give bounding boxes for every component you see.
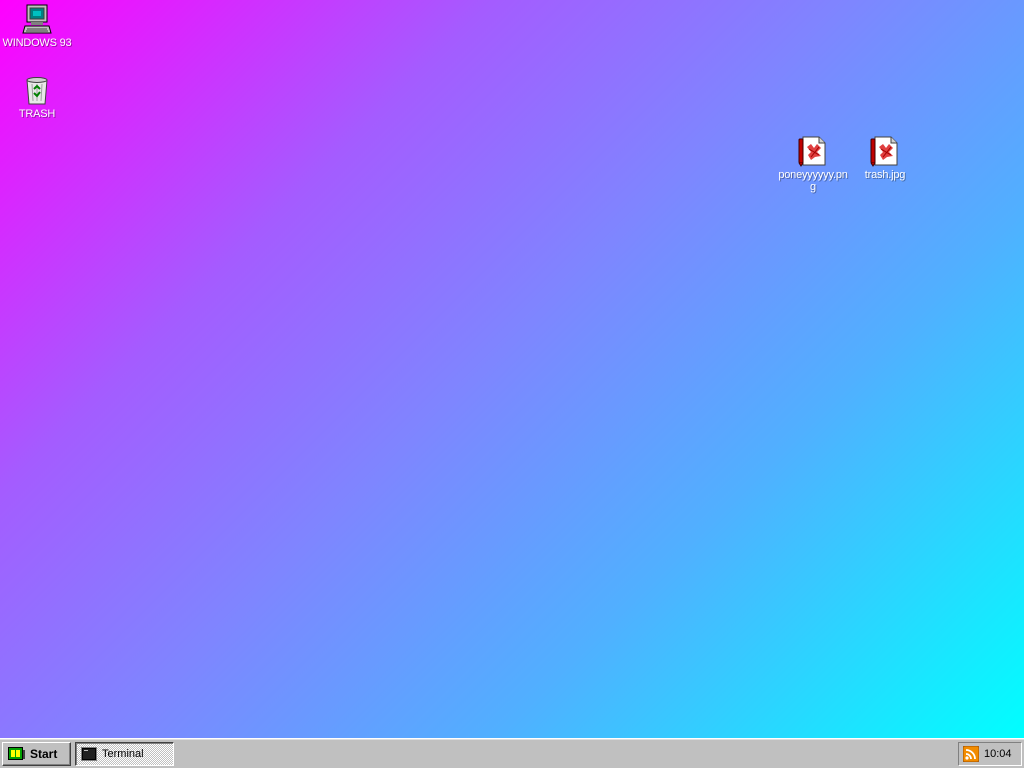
start-label: Start (30, 747, 58, 761)
image-file-icon (870, 136, 898, 167)
taskbar: Start Terminal 10:04 (0, 738, 1024, 768)
desktop-icon-label: WINDOWS 93 (2, 37, 72, 49)
desktop-icon-label: poneyyyyyy.png (778, 169, 848, 193)
start-button[interactable]: Start (2, 742, 71, 766)
image-file-icon (798, 136, 826, 167)
desktop-icon-label: TRASH (18, 108, 56, 120)
computer-icon (22, 4, 52, 34)
terminal-icon (81, 747, 97, 761)
desktop-icon-label: trash.jpg (864, 169, 906, 181)
clock[interactable]: 10:04 (984, 748, 1012, 760)
start-logo-icon (8, 747, 25, 760)
desktop-icon-windows93[interactable]: WINDOWS 93 (0, 3, 74, 49)
desktop-icon-trash-jpg[interactable]: trash.jpg (848, 135, 922, 181)
rss-icon[interactable] (963, 746, 979, 762)
desktop-icon-trash[interactable]: TRASH (0, 74, 74, 120)
taskbar-item-terminal[interactable]: Terminal (75, 742, 174, 766)
desktop[interactable]: WINDOWS 93 TRASH poneyyyyyy.png trash.jp… (0, 0, 1024, 738)
system-tray: 10:04 (958, 742, 1022, 766)
recycle-bin-icon (26, 77, 48, 105)
taskbar-item-label: Terminal (102, 748, 144, 760)
desktop-icon-poney-png[interactable]: poneyyyyyy.png (776, 135, 850, 193)
